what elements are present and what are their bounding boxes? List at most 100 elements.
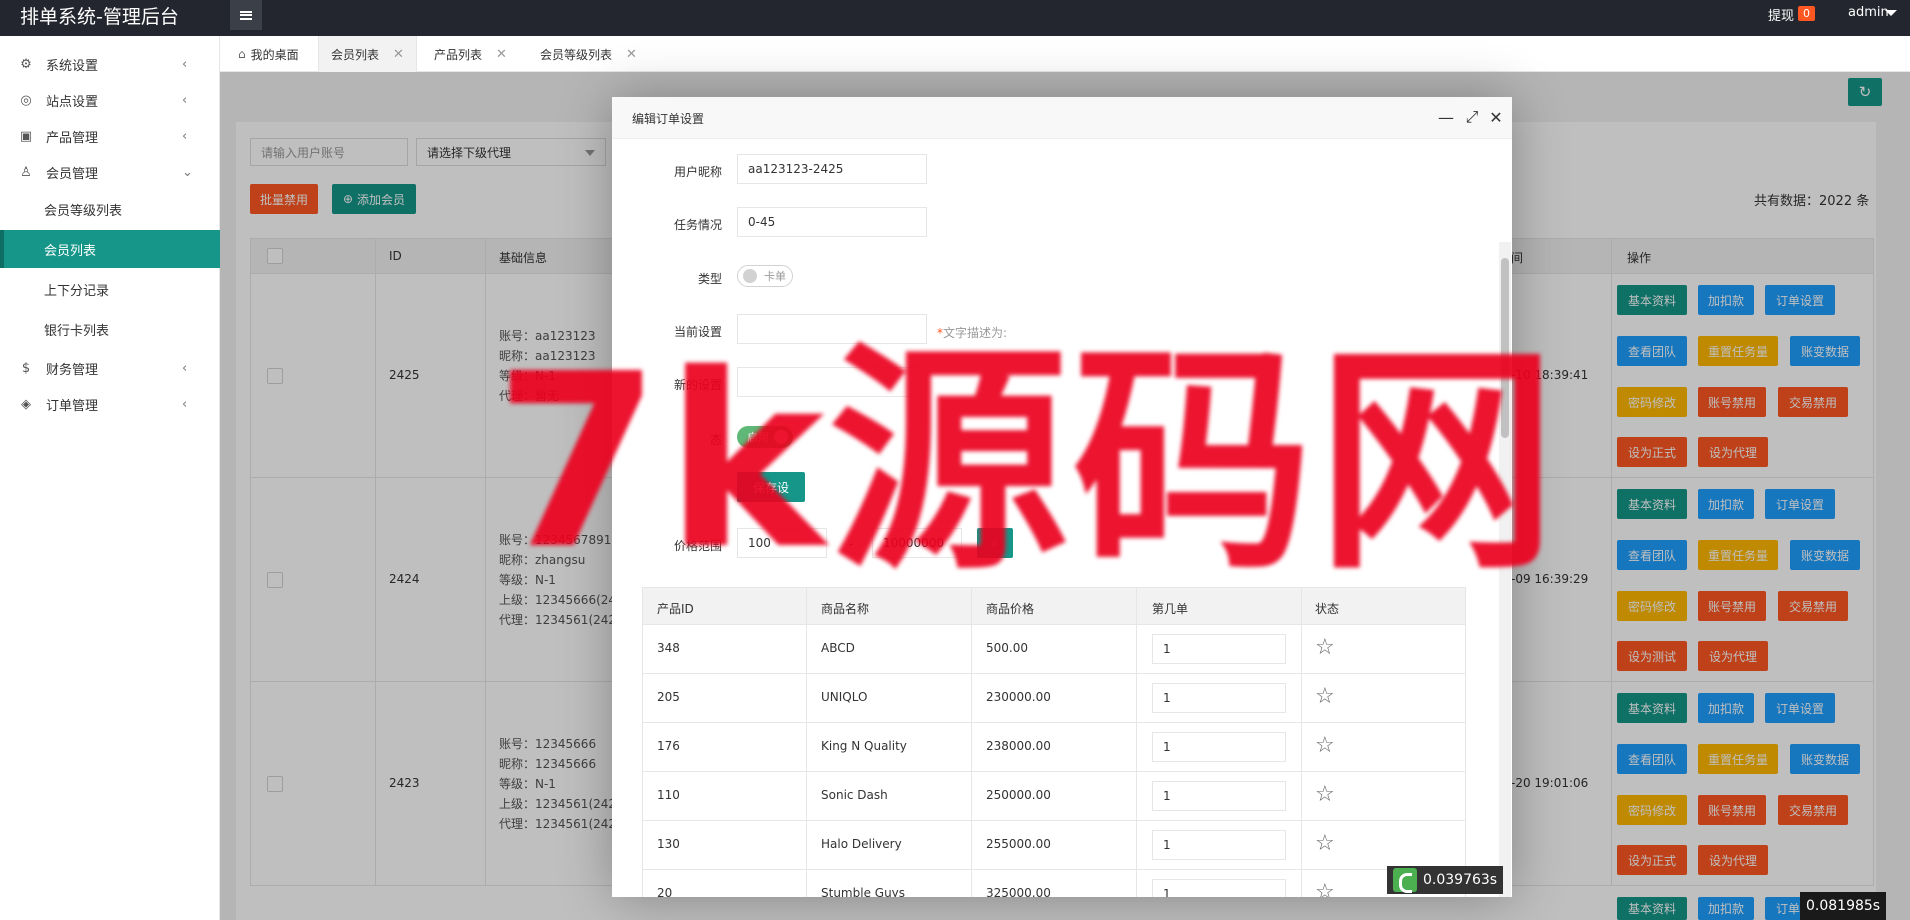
column-header: 第几单 bbox=[1152, 602, 1189, 616]
inner-timer: 0.039763s bbox=[1387, 866, 1504, 894]
star-icon[interactable]: ☆ bbox=[1315, 636, 1335, 660]
divider bbox=[1301, 625, 1302, 673]
star-icon[interactable]: ☆ bbox=[1315, 881, 1335, 898]
sidebar-item-label: 会员管理 bbox=[46, 166, 99, 182]
chevron-left-icon: ‹ bbox=[182, 128, 188, 144]
globe-icon: ◎ bbox=[20, 92, 32, 108]
chevron-left-icon: ‹ bbox=[182, 360, 188, 376]
order-number-input[interactable]: 1 bbox=[1152, 781, 1286, 811]
chevron-left-icon: ‹ bbox=[182, 56, 188, 72]
product-price: 230000.00 bbox=[986, 690, 1051, 704]
tab-product-list[interactable]: 产品列表 ✕ bbox=[422, 36, 519, 72]
divider bbox=[806, 821, 807, 869]
star-icon[interactable]: ☆ bbox=[1315, 734, 1335, 758]
divider bbox=[971, 674, 972, 722]
caret-down-icon[interactable] bbox=[1885, 10, 1897, 16]
close-icon[interactable]: ✕ bbox=[626, 47, 637, 62]
sidebar-item-label: 站点设置 bbox=[46, 94, 99, 110]
sidebar-item-label: 财务管理 bbox=[46, 362, 99, 378]
close-icon[interactable]: ✕ bbox=[1486, 107, 1506, 127]
order-number-input[interactable]: 1 bbox=[1152, 732, 1286, 762]
tab-member-levels[interactable]: 会员等级列表 ✕ bbox=[528, 36, 649, 72]
sidebar: ⚙ 系统设置 ‹ ◎ 站点设置 ‹ ▣ 产品管理 ‹ ♙ 会员管理 ⌄ 会员等级… bbox=[0, 36, 220, 920]
timer-value: 0.081985s bbox=[1806, 898, 1881, 914]
divider bbox=[1136, 870, 1137, 897]
sidebar-item-label: 产品管理 bbox=[46, 130, 99, 146]
timer-value: 0.039763s bbox=[1423, 872, 1498, 888]
task-field[interactable]: 0-45 bbox=[737, 207, 927, 237]
product-price: 325000.00 bbox=[986, 886, 1051, 897]
maximize-icon[interactable]: ⤢ bbox=[1462, 107, 1482, 127]
product-price: 238000.00 bbox=[986, 739, 1051, 753]
order-number-input[interactable]: 1 bbox=[1152, 683, 1286, 713]
product-name: Halo Delivery bbox=[821, 837, 902, 851]
admin-menu[interactable]: admin bbox=[1848, 5, 1889, 20]
divider bbox=[1136, 625, 1137, 673]
sidebar-item-site[interactable]: ◎ 站点设置 ‹ bbox=[0, 82, 220, 118]
sidebar-item-label: 订单管理 bbox=[46, 398, 99, 414]
product-price: 500.00 bbox=[986, 641, 1028, 655]
menu-toggle-button[interactable] bbox=[230, 0, 262, 30]
divider bbox=[1136, 674, 1137, 722]
product-name: UNIQLO bbox=[821, 690, 868, 704]
sidebar-item-finance[interactable]: $ 财务管理 ‹ bbox=[0, 350, 220, 386]
divider bbox=[1301, 870, 1302, 897]
box-icon: ▣ bbox=[19, 128, 33, 144]
sidebar-item-label: 上下分记录 bbox=[44, 283, 110, 299]
cube-icon: ◈ bbox=[21, 396, 31, 412]
switch-knob bbox=[743, 269, 757, 283]
divider bbox=[806, 723, 807, 771]
tab-bar: ⌂ 我的桌面 会员列表 ✕ 产品列表 ✕ 会员等级列表 ✕ bbox=[220, 36, 1910, 72]
top-bar: 排单系统-管理后台 提现 0 admin bbox=[0, 0, 1910, 36]
product-name: ABCD bbox=[821, 641, 855, 655]
modal-header: 编辑订单设置 — ⤢ ✕ bbox=[612, 97, 1512, 139]
product-row: 205 UNIQLO 230000.00 1 ☆ bbox=[642, 674, 1466, 723]
withdraw-link[interactable]: 提现 bbox=[1768, 5, 1794, 24]
sidebar-item-products[interactable]: ▣ 产品管理 ‹ bbox=[0, 118, 220, 154]
task-label: 任务情况 bbox=[673, 218, 722, 232]
divider bbox=[806, 870, 807, 897]
tab-desktop[interactable]: ⌂ 我的桌面 bbox=[226, 36, 311, 72]
sidebar-subitem-member-levels[interactable]: 会员等级列表 bbox=[0, 190, 220, 228]
product-price: 255000.00 bbox=[986, 837, 1051, 851]
sidebar-item-members[interactable]: ♙ 会员管理 ⌄ bbox=[0, 154, 220, 190]
star-icon[interactable]: ☆ bbox=[1315, 832, 1335, 856]
timer-logo-icon bbox=[1393, 868, 1417, 893]
type-switch[interactable]: 卡单 bbox=[737, 265, 793, 287]
sidebar-subitem-bank-cards[interactable]: 银行卡列表 bbox=[0, 310, 220, 348]
nickname-field[interactable]: aa123123-2425 bbox=[737, 154, 927, 184]
product-id: 176 bbox=[657, 739, 680, 753]
chevron-down-icon: ⌄ bbox=[182, 164, 193, 180]
sidebar-subitem-member-list[interactable]: 会员列表 bbox=[0, 230, 220, 268]
divider bbox=[971, 870, 972, 897]
product-id: 348 bbox=[657, 641, 680, 655]
tab-member-list[interactable]: 会员列表 ✕ bbox=[318, 36, 417, 72]
order-number-input[interactable]: 1 bbox=[1152, 879, 1286, 897]
sidebar-subitem-points-records[interactable]: 上下分记录 bbox=[0, 270, 220, 308]
divider bbox=[1136, 772, 1137, 820]
minimize-icon[interactable]: — bbox=[1436, 107, 1456, 127]
close-icon[interactable]: ✕ bbox=[393, 47, 404, 62]
product-id: 20 bbox=[657, 886, 673, 897]
sidebar-item-label: 会员等级列表 bbox=[44, 203, 123, 219]
product-id: 205 bbox=[657, 690, 680, 704]
order-number-input[interactable]: 1 bbox=[1152, 830, 1286, 860]
sidebar-item-orders[interactable]: ◈ 订单管理 ‹ bbox=[0, 386, 220, 422]
sidebar-item-system[interactable]: ⚙ 系统设置 ‹ bbox=[0, 46, 220, 82]
divider bbox=[1301, 821, 1302, 869]
product-name: King N Quality bbox=[821, 739, 907, 753]
app-title: 排单系统-管理后台 bbox=[20, 6, 179, 28]
star-icon[interactable]: ☆ bbox=[1315, 783, 1335, 807]
divider bbox=[1136, 723, 1137, 771]
product-row: 20 Stumble Guys 325000.00 1 ☆ bbox=[642, 870, 1466, 897]
order-number-input[interactable]: 1 bbox=[1152, 634, 1286, 664]
withdraw-badge: 0 bbox=[1798, 6, 1815, 21]
product-row: 348 ABCD 500.00 1 ☆ bbox=[642, 625, 1466, 674]
close-icon[interactable]: ✕ bbox=[496, 47, 507, 62]
column-header: 商品名称 bbox=[821, 602, 870, 616]
sidebar-item-label: 系统设置 bbox=[46, 58, 99, 74]
star-icon[interactable]: ☆ bbox=[1315, 685, 1335, 709]
tab-label: 产品列表 bbox=[434, 47, 483, 62]
column-header: 状态 bbox=[1315, 602, 1340, 616]
divider bbox=[971, 772, 972, 820]
